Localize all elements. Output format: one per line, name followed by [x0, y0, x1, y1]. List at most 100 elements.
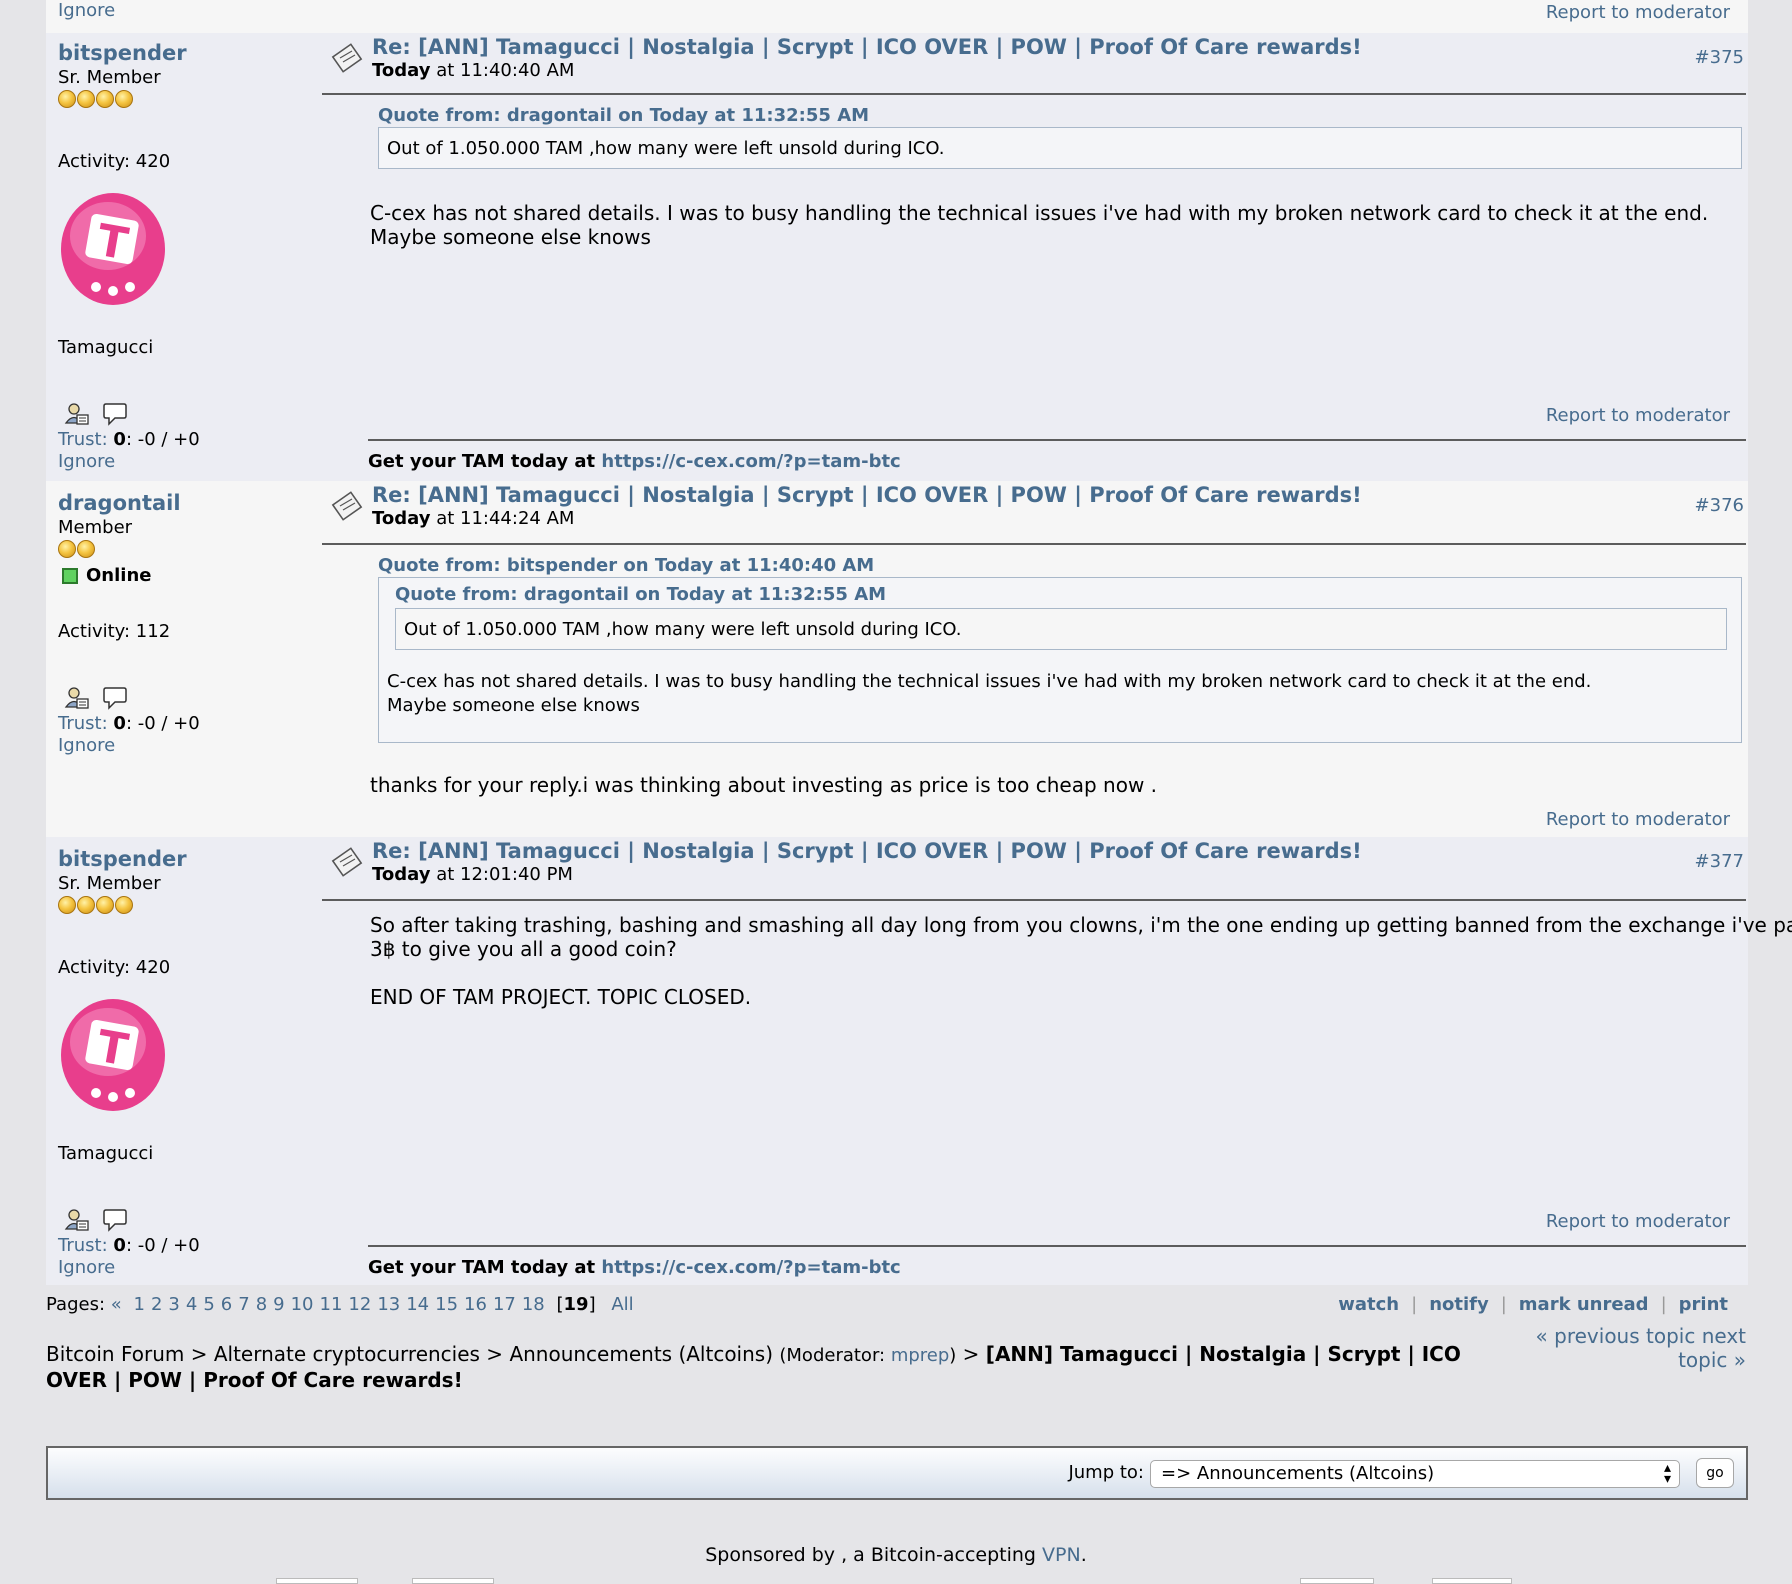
ignore-link[interactable]: Ignore [58, 0, 115, 21]
signature: Get your TAM today at https://c-cex.com/… [368, 451, 901, 472]
page-link[interactable]: 5 [203, 1294, 214, 1315]
page-link[interactable]: 2 [151, 1294, 162, 1315]
notify-link[interactable]: notify [1429, 1294, 1489, 1315]
star-icon [96, 90, 114, 108]
page-link[interactable]: 16 [464, 1294, 487, 1315]
footer-badge[interactable] [1300, 1578, 1374, 1584]
page-link[interactable]: 1 [134, 1294, 145, 1315]
vpn-link[interactable]: VPN [1042, 1544, 1081, 1566]
subject-doc-icon [332, 43, 362, 73]
message-icon[interactable] [102, 401, 128, 427]
signature-text: Get your TAM today at [368, 1257, 602, 1278]
subject-doc-icon [332, 491, 362, 521]
previous-post-footer: Ignore Report to moderator [46, 0, 1748, 33]
post-date-time: at 12:01:40 PM [430, 864, 573, 885]
post-number-link[interactable]: #375 [1695, 47, 1744, 68]
mark-unread-link[interactable]: mark unread [1519, 1294, 1649, 1315]
page-link[interactable]: 10 [291, 1294, 314, 1315]
signature-link[interactable]: https://c-cex.com/?p=tam-btc [601, 1257, 900, 1278]
post-subject-link[interactable]: Re: [ANN] Tamagucci | Nostalgia | Scrypt… [372, 483, 1362, 507]
trust-label[interactable]: Trust: [58, 713, 108, 734]
post-subject-link[interactable]: Re: [ANN] Tamagucci | Nostalgia | Scrypt… [372, 839, 1362, 863]
page-link[interactable]: 3 [168, 1294, 179, 1315]
report-to-moderator-link[interactable]: Report to moderator [1546, 2, 1730, 23]
page-link[interactable]: 18 [522, 1294, 545, 1315]
footer-badge[interactable] [412, 1578, 494, 1584]
page-link[interactable]: 6 [221, 1294, 232, 1315]
page-link[interactable]: 7 [238, 1294, 249, 1315]
page-link[interactable]: 4 [186, 1294, 197, 1315]
personal-text: Tamagucci [58, 1143, 154, 1164]
go-button[interactable]: go [1696, 1458, 1734, 1488]
activity-count: Activity: 420 [58, 957, 171, 978]
forum-post: bitspender Sr. Member Activity: 420 Tama… [46, 33, 1748, 481]
page-link[interactable]: 9 [273, 1294, 284, 1315]
post-subject-link[interactable]: Re: [ANN] Tamagucci | Nostalgia | Scrypt… [372, 35, 1362, 59]
trust-score: Trust: 0: -0 / +0 [58, 429, 200, 450]
poster-name-link[interactable]: bitspender [58, 41, 318, 65]
ignore-link[interactable]: Ignore [58, 1257, 115, 1278]
breadcrumb-board[interactable]: Announcements (Altcoins) [509, 1342, 773, 1366]
breadcrumb-category[interactable]: Alternate cryptocurrencies [214, 1342, 480, 1366]
moderator-link[interactable]: mprep [891, 1345, 949, 1366]
trust-detail: : -0 / +0 [125, 1235, 200, 1256]
report-to-moderator-link[interactable]: Report to moderator [1546, 405, 1730, 426]
moderator-info: (Moderator: mprep) [779, 1345, 956, 1366]
breadcrumb-forum[interactable]: Bitcoin Forum [46, 1342, 184, 1366]
footer-badge[interactable] [1432, 1578, 1512, 1584]
message-icon[interactable] [102, 685, 128, 711]
trust-label[interactable]: Trust: [58, 1235, 108, 1256]
profile-icon[interactable] [64, 401, 90, 427]
print-link[interactable]: print [1679, 1294, 1728, 1315]
watch-link[interactable]: watch [1338, 1294, 1399, 1315]
quote-text: Out of 1.050.000 TAM ,how many were left… [387, 138, 945, 159]
poster-name-link[interactable]: dragontail [58, 491, 318, 515]
page-link[interactable]: 12 [348, 1294, 371, 1315]
profile-icon[interactable] [64, 1207, 90, 1233]
poster-info: bitspender Sr. Member Activity: 420 Tama… [58, 837, 318, 1278]
post-date-time: at 11:40:40 AM [430, 60, 575, 81]
post-date-time: at 11:44:24 AM [430, 508, 575, 529]
message-icon[interactable] [102, 1207, 128, 1233]
page-link[interactable]: 11 [320, 1294, 343, 1315]
tamagucci-avatar [61, 193, 165, 305]
report-to-moderator-link[interactable]: Report to moderator [1546, 1211, 1730, 1232]
nested-quote-header-link[interactable]: Quote from: dragontail on Today at 11:32… [395, 584, 886, 605]
jump-bar: Jump to: => Announcements (Altcoins) ▴ ▾ … [46, 1446, 1748, 1500]
report-to-moderator-link[interactable]: Report to moderator [1546, 809, 1730, 830]
ignore-link[interactable]: Ignore [58, 451, 115, 472]
quote-box: Out of 1.050.000 TAM ,how many were left… [378, 127, 1742, 169]
jump-selected-value: => Announcements (Altcoins) [1161, 1463, 1435, 1484]
post-number-link[interactable]: #377 [1695, 851, 1744, 872]
breadcrumb-sep: > [184, 1342, 214, 1366]
star-icon [58, 896, 76, 914]
page-prev-link[interactable]: « [111, 1294, 122, 1315]
page-all-link[interactable]: All [611, 1294, 633, 1315]
footer-badge[interactable] [276, 1578, 358, 1584]
trust-value: 0 [113, 1235, 126, 1256]
post-date: Today at 11:40:40 AM [372, 60, 574, 81]
quote-header-link[interactable]: Quote from: dragontail on Today at 11:32… [378, 105, 869, 126]
page-link[interactable]: 8 [256, 1294, 267, 1315]
signature-link[interactable]: https://c-cex.com/?p=tam-btc [601, 451, 900, 472]
post-date-day: Today [372, 864, 431, 885]
quote-header-link[interactable]: Quote from: bitspender on Today at 11:40… [378, 555, 874, 576]
ignore-link[interactable]: Ignore [58, 735, 115, 756]
star-icon [77, 90, 95, 108]
star-icon [115, 90, 133, 108]
post-date: Today at 12:01:40 PM [372, 864, 573, 885]
post-message: So after taking trashing, bashing and sm… [370, 913, 1792, 1009]
activity-count: Activity: 420 [58, 151, 171, 172]
page-link[interactable]: 15 [435, 1294, 458, 1315]
prev-next-topic[interactable]: « previous topic next topic » [1526, 1324, 1746, 1372]
page-link[interactable]: 13 [377, 1294, 400, 1315]
trust-label[interactable]: Trust: [58, 429, 108, 450]
nested-quote-box: Out of 1.050.000 TAM ,how many were left… [395, 608, 1727, 650]
page-link[interactable]: 17 [493, 1294, 516, 1315]
poster-name-link[interactable]: bitspender [58, 847, 318, 871]
profile-icon[interactable] [64, 685, 90, 711]
page-link[interactable]: 14 [406, 1294, 429, 1315]
jump-to-select[interactable]: => Announcements (Altcoins) ▴ ▾ [1150, 1460, 1680, 1488]
post-number-link[interactable]: #376 [1695, 495, 1744, 516]
post-message: thanks for your reply.i was thinking abo… [370, 773, 1158, 797]
